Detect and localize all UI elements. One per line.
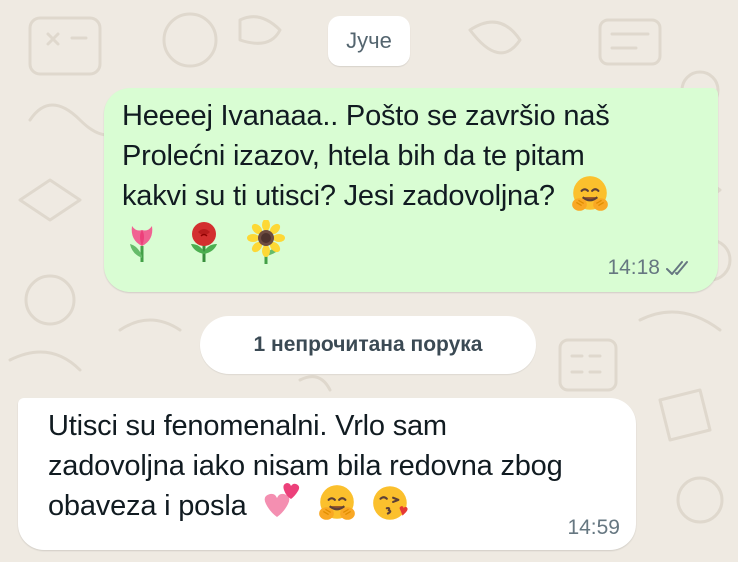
message-line: Prolećni izazov, htela bih da te pitam [122,140,585,172]
sunflower-emoji-icon [246,220,285,264]
unread-messages-divider: 1 непрочитана порука [200,316,536,374]
tulip-emoji-icon [130,226,153,262]
face-blowing-kiss-emoji-icon [373,486,408,521]
incoming-message-bubble[interactable]: Utisci su fenomenalni. Vrlo sam zadovolj… [18,398,636,550]
rose-emoji-icon [190,222,217,262]
message-line: kakvi su ti utisci? Jesi zadovoljna? [122,180,555,212]
message-meta: 14:18 [607,256,692,280]
hugging-face-emoji-icon [571,176,608,212]
message-time: 14:59 [567,516,620,539]
message-line: Heeeej Ivanaaa.. Pošto se završio naš [122,100,610,132]
message-meta: 14:59 [567,516,620,540]
message-line-with-emoji: obaveza i posla [48,483,638,526]
double-check-icon [666,260,692,276]
unread-messages-label: 1 непрочитана порука [253,333,483,356]
two-hearts-emoji-icon [265,483,300,518]
hugging-face-emoji-icon [319,485,356,521]
message-time: 14:18 [607,256,660,279]
message-line: obaveza i posla [48,490,247,522]
message-line-with-emoji: kakvi su ti utisci? Jesi zadovoljna? [122,176,712,216]
message-line: Utisci su fenomenalni. Vrlo sam [48,410,447,442]
message-text: Heeeej Ivanaaa.. Pošto se završio naš Pr… [122,96,712,264]
message-text: Utisci su fenomenalni. Vrlo sam zadovolj… [48,406,638,526]
outgoing-message-bubble[interactable]: Heeeej Ivanaaa.. Pošto se završio naš Pr… [104,88,718,292]
date-separator: Јуче [328,16,410,66]
date-separator-label: Јуче [346,28,392,53]
message-line: zadovoljna iako nisam bila redovna zbog [48,450,563,482]
